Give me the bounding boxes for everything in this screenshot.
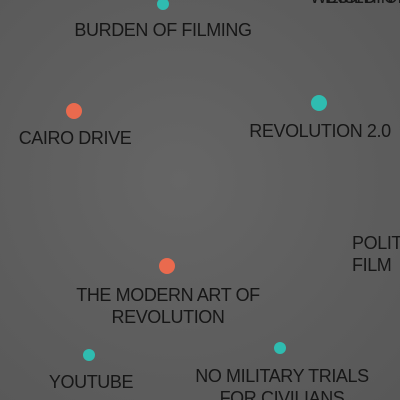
node-dot[interactable] <box>311 95 327 111</box>
node-label: REVOLUTION 2.0 <box>249 121 391 141</box>
node-label: BURDEN OF FILMING <box>74 20 252 40</box>
node-label-partial: WEIGHT OF <box>310 0 400 8</box>
network-canvas: BURDEN OF FILMING BUILDIN WEIGHT OF CAIR… <box>0 0 400 400</box>
node-label: NO MILITARY TRIALS FOR CIVILIANS <box>195 366 369 400</box>
node-dot[interactable] <box>157 0 169 10</box>
node-label: THE MODERN ART OF REVOLUTION <box>76 285 260 327</box>
node-dot[interactable] <box>83 349 95 361</box>
node-label: POLIT FILM <box>352 233 400 275</box>
node-label: CAIRO DRIVE <box>18 128 132 148</box>
node-dot[interactable] <box>66 103 82 119</box>
node-dot[interactable] <box>274 342 286 354</box>
node-dot[interactable] <box>159 258 175 274</box>
node-label: YOUTUBE <box>48 372 134 392</box>
